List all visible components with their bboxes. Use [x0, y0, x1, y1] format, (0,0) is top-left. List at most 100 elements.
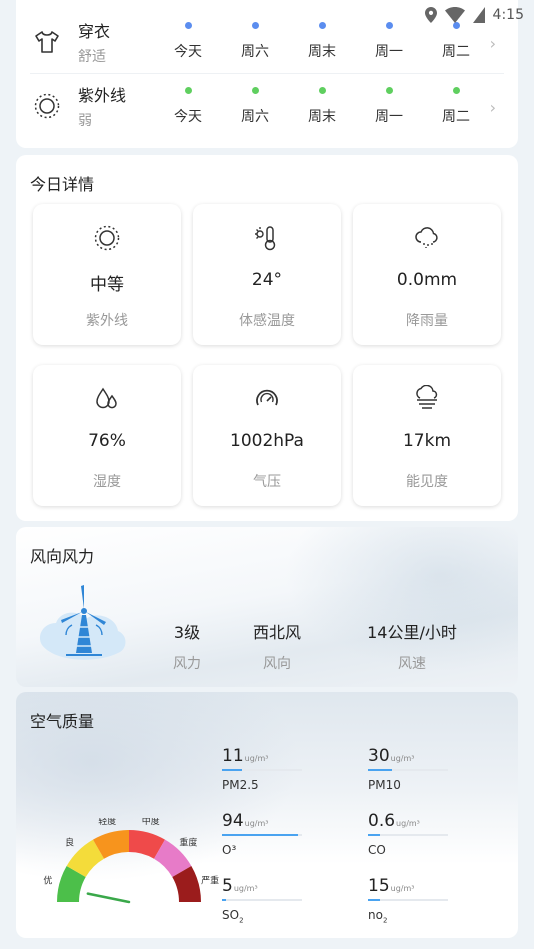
- pollutant-unit: ug/m³: [390, 884, 415, 893]
- pollutant-name: no2: [368, 908, 448, 924]
- pollutant-no2: 15ug/m³ no2: [368, 876, 448, 924]
- day-label: 周一: [375, 108, 403, 125]
- day-item: 周六: [235, 22, 275, 61]
- tile-value: 1002hPa: [230, 431, 304, 451]
- wind-level-label: 风力: [173, 656, 201, 672]
- gauge-label: 良: [65, 837, 74, 849]
- forecast-dot: [251, 22, 259, 29]
- day-label: 周一: [375, 44, 403, 60]
- pollutant-name-subscript: 2: [382, 916, 388, 925]
- wind-direction-value: 西北风: [252, 623, 301, 642]
- pollutant-bar-fill: [368, 899, 380, 901]
- pollutant-name: PM2.5: [222, 778, 259, 792]
- rain-cloud-icon: [353, 224, 501, 252]
- location-icon: [424, 7, 437, 23]
- aqi-gauge: 优 良 轻度 中度重度严重: [43, 818, 219, 904]
- forecast-dot: [318, 86, 326, 94]
- pollutant-value: 94: [222, 811, 244, 831]
- day-item: 周六: [235, 86, 275, 126]
- pollutant-name: PM10: [368, 778, 401, 792]
- wind-card: 风向风力 3级 风力 西北风 风向 14公里/小时 风速: [16, 527, 518, 687]
- gauge-label: 严重: [201, 874, 219, 886]
- day-item: 今天: [168, 86, 208, 126]
- pollutant-unit: ug/m³: [390, 754, 415, 763]
- day-item: 周二: [436, 86, 476, 126]
- sun-icon: [30, 89, 64, 123]
- day-label: 周二: [442, 44, 470, 60]
- day-label: 周六: [241, 44, 269, 60]
- tile-label: 气压: [253, 474, 281, 490]
- pollutant-pm10: 30ug/m³ PM10: [368, 746, 448, 792]
- index-row-uv[interactable]: 紫外线 弱 今天 周六 周末 周一 周二 ›: [30, 74, 504, 138]
- droplets-icon: [33, 385, 181, 413]
- tile-precipitation[interactable]: 0.0mm 降雨量: [353, 204, 501, 345]
- pollutant-name: O³: [222, 843, 237, 857]
- pollutant-name-subscript: 2: [239, 916, 244, 925]
- forecast-dot: [184, 22, 192, 29]
- pollutant-value: 0.6: [368, 811, 396, 831]
- tile-value: 17km: [402, 431, 452, 451]
- pollutant-value: 11: [222, 746, 244, 766]
- pollutant-bar: [368, 769, 448, 771]
- pollutant-o3: 94ug/m³ O³: [222, 811, 302, 857]
- pollutant-bar: [368, 834, 448, 836]
- air-quality-card: 空气质量 优良轻度 中度 重度 严重 11ug/m³ PM2.5 30ug/m³ PM…: [16, 692, 518, 938]
- forecast-dot: [184, 86, 192, 94]
- day-label: 周末: [308, 44, 336, 60]
- day-item: 周末: [302, 86, 342, 126]
- tile-value: 76%: [88, 431, 126, 451]
- sun-icon: [33, 224, 181, 252]
- tile-value: 0.0mm: [396, 270, 458, 290]
- status-bar: 4:15: [424, 0, 534, 30]
- wind-direction: 西北风 风向: [242, 619, 312, 673]
- gauge-needle: [86, 892, 131, 904]
- tile-value: 24°: [251, 270, 283, 290]
- fog-icon: [353, 385, 501, 413]
- chevron-right-icon[interactable]: ›: [490, 34, 496, 53]
- tile-label: 能见度: [406, 474, 448, 490]
- pollutant-bar: [222, 769, 302, 771]
- tile-uv[interactable]: 中等 紫外线: [33, 204, 181, 345]
- tile-label: 体感温度: [239, 313, 295, 329]
- forecast-dot: [385, 86, 393, 94]
- chevron-right-icon[interactable]: ›: [490, 98, 496, 117]
- pollutant-bar-fill: [368, 834, 380, 836]
- forecast-dot: [251, 86, 259, 94]
- pollutant-bar-fill: [222, 769, 242, 771]
- pollutant-bar: [222, 899, 302, 901]
- day-label: 周六: [241, 108, 269, 125]
- wind-level-value: 3级: [173, 623, 201, 642]
- gauge-label: 优: [43, 874, 52, 886]
- day-label: 周二: [442, 108, 470, 125]
- pollutant-name: CO: [368, 843, 386, 857]
- index-name: 紫外线: [78, 86, 127, 105]
- day-item: 今天: [168, 22, 208, 61]
- pollutant-name-text: no: [368, 908, 383, 922]
- pollutant-pm25: 11ug/m³ PM2.5: [222, 746, 302, 792]
- pollutant-co: 0.6ug/m³ CO: [368, 811, 448, 857]
- tile-visibility[interactable]: 17km 能见度: [353, 365, 501, 506]
- tile-feels-like[interactable]: 24° 体感温度: [193, 204, 341, 345]
- pollutant-bar-fill: [368, 769, 392, 771]
- wind-speed: 14公里/小时 风速: [356, 619, 468, 673]
- tile-humidity[interactable]: 76% 湿度: [33, 365, 181, 506]
- wind-level: 3级 风力: [162, 619, 212, 673]
- shirt-icon: [30, 25, 64, 59]
- index-level: 舒适: [78, 48, 106, 65]
- forecast-days: 今天 周六 周末 周一 周二: [168, 86, 504, 126]
- wind-speed-value: 14公里/小时: [367, 623, 457, 642]
- pollutant-bar: [222, 834, 302, 836]
- tile-pressure[interactable]: 1002hPa 气压: [193, 365, 341, 506]
- section-title: 风向风力: [30, 547, 95, 566]
- wifi-icon: [444, 7, 465, 23]
- pollutant-value: 15: [368, 876, 390, 896]
- pollutant-bar-fill: [222, 834, 298, 836]
- tile-label: 湿度: [93, 474, 121, 490]
- pollutant-unit: ug/m³: [244, 819, 269, 828]
- today-details-card: 今日详情 中等 紫外线 24° 体感温度 0.0mm 降雨量 76% 湿度 10…: [16, 155, 518, 521]
- wind-turbine-icon: [36, 583, 128, 671]
- gauge-label: 轻度: [98, 818, 116, 827]
- forecast-dot: [452, 86, 460, 94]
- pollutant-value: 30: [368, 746, 390, 766]
- tile-label: 紫外线: [86, 313, 128, 329]
